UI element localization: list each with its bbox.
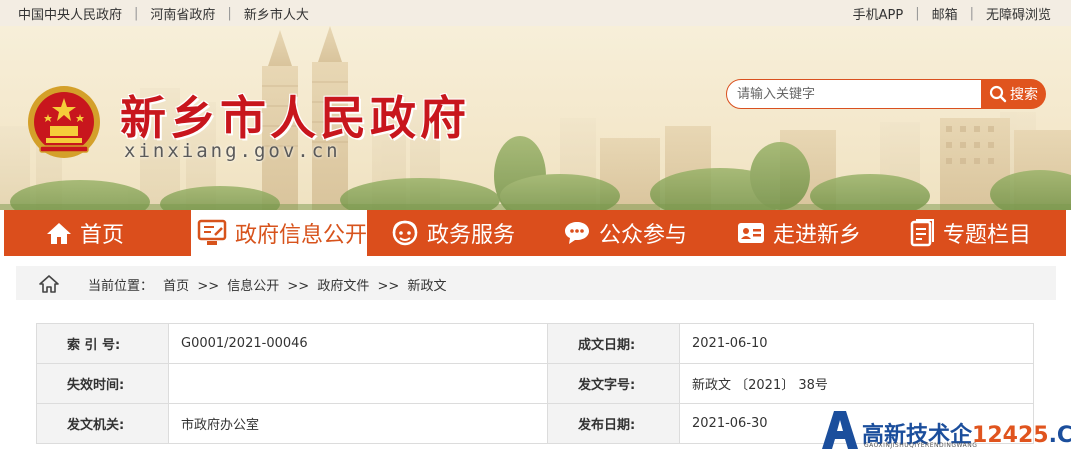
card-icon — [737, 221, 765, 245]
link-central-government[interactable]: 中国中央人民政府 — [18, 4, 122, 23]
nav-item-label: 政务服务 — [427, 223, 516, 248]
search-input[interactable] — [726, 79, 992, 109]
breadcrumb-link-home[interactable]: 首页 — [163, 279, 189, 294]
link-xinxiang-npc[interactable]: 新乡市人大 — [244, 4, 309, 23]
meta-value-index-number: G0001/2021-00046 — [168, 323, 548, 364]
link-accessibility[interactable]: 无障碍浏览 — [986, 4, 1051, 23]
meta-label-document-number: 发文字号: — [547, 363, 680, 404]
breadcrumb-link-info[interactable]: 信息公开 — [227, 279, 279, 294]
watermark-text-suffix: .CN — [1048, 423, 1071, 448]
breadcrumb-text: 当前位置： 首页 >> 信息公开 >> 政府文件 >> 新政文 — [88, 275, 446, 294]
top-links-right: 手机APP | 邮箱 | 无障碍浏览 — [853, 4, 1051, 23]
meta-value-document-number: 新政文 〔2021〕 38号 — [679, 363, 1034, 404]
watermark-subtext: GAOXINJISHUQIYERENDINGWANG — [864, 442, 978, 449]
search-button[interactable]: 搜索 — [981, 79, 1046, 109]
home-icon — [46, 221, 72, 245]
breadcrumb-separator: >> — [197, 279, 220, 294]
chat-icon — [563, 220, 591, 246]
nav-item-government-services[interactable]: 政务服务 — [367, 210, 539, 256]
watermark-a-icon — [822, 411, 858, 449]
nav-item-label: 走进新乡 — [773, 223, 862, 248]
meta-label-written-date: 成文日期: — [547, 323, 680, 364]
divider: | — [915, 6, 920, 21]
nav-item-label: 首页 — [80, 223, 125, 248]
nav-item-label: 政府信息公开 — [235, 223, 368, 248]
site-title: 新乡市人民政府 — [120, 91, 470, 145]
top-utility-bar: 中国中央人民政府 | 河南省政府 | 新乡市人大 手机APP | 邮箱 | 无障… — [0, 0, 1071, 26]
watermark-text-number: 12425 — [972, 423, 1049, 448]
meta-label-expiry-time: 失效时间: — [36, 363, 169, 404]
link-mobile-app[interactable]: 手机APP — [853, 4, 904, 23]
search-button-label: 搜索 — [1010, 87, 1038, 103]
nav-item-special-topics[interactable]: 专题栏目 — [883, 210, 1066, 256]
nav-item-info-disclosure[interactable]: 政府信息公开 — [191, 210, 367, 256]
nav-item-home[interactable]: 首页 — [4, 210, 191, 256]
breadcrumb-prefix: 当前位置： — [88, 279, 154, 294]
monitor-icon — [197, 219, 227, 247]
search-icon — [989, 85, 1007, 103]
nav-item-public-participation[interactable]: 公众参与 — [539, 210, 711, 256]
home-outline-icon[interactable] — [38, 274, 60, 298]
meta-value-written-date: 2021-06-10 — [679, 323, 1034, 364]
watermark-logo: 高新技术企12425.CN GAOXINJISHUQIYERENDINGWANG — [818, 405, 1071, 456]
meta-value-expiry-time — [168, 363, 548, 404]
link-henan-government[interactable]: 河南省政府 — [150, 4, 215, 23]
service-icon — [391, 219, 419, 247]
site-domain: xinxiang.gov.cn — [124, 140, 341, 162]
national-emblem-icon — [28, 86, 100, 158]
meta-value-issuing-agency: 市政府办公室 — [168, 403, 548, 444]
table-row: 索 引 号: G0001/2021-00046 成文日期: 2021-06-10 — [36, 323, 1034, 364]
top-links-left: 中国中央人民政府 | 河南省政府 | 新乡市人大 — [18, 4, 309, 23]
nav-item-about-xinxiang[interactable]: 走进新乡 — [711, 210, 883, 256]
meta-label-issuing-agency: 发文机关: — [36, 403, 169, 444]
nav-item-label: 专题栏目 — [943, 223, 1032, 248]
document-icon — [909, 219, 935, 247]
meta-label-index-number: 索 引 号: — [36, 323, 169, 364]
link-mailbox[interactable]: 邮箱 — [932, 4, 958, 23]
search-box: 搜索 — [726, 79, 1046, 109]
divider: | — [969, 6, 974, 21]
breadcrumb: 当前位置： 首页 >> 信息公开 >> 政府文件 >> 新政文 — [16, 266, 1056, 300]
table-row: 失效时间: 发文字号: 新政文 〔2021〕 38号 — [36, 363, 1034, 404]
header-banner: 新乡市人民政府 xinxiang.gov.cn 搜索 — [0, 26, 1071, 210]
divider: | — [227, 6, 232, 21]
breadcrumb-separator: >> — [377, 279, 400, 294]
nav-item-label: 公众参与 — [599, 223, 688, 248]
breadcrumb-separator: >> — [287, 279, 310, 294]
breadcrumb-link-xinzhengwen[interactable]: 新政文 — [407, 279, 446, 294]
breadcrumb-link-gov-files[interactable]: 政府文件 — [317, 279, 369, 294]
meta-label-publish-date: 发布日期: — [547, 403, 680, 444]
main-nav: 首页 政府信息公开 政务服务 公众参与 走进新乡 专题栏目 — [4, 210, 1066, 256]
divider: | — [134, 6, 139, 21]
